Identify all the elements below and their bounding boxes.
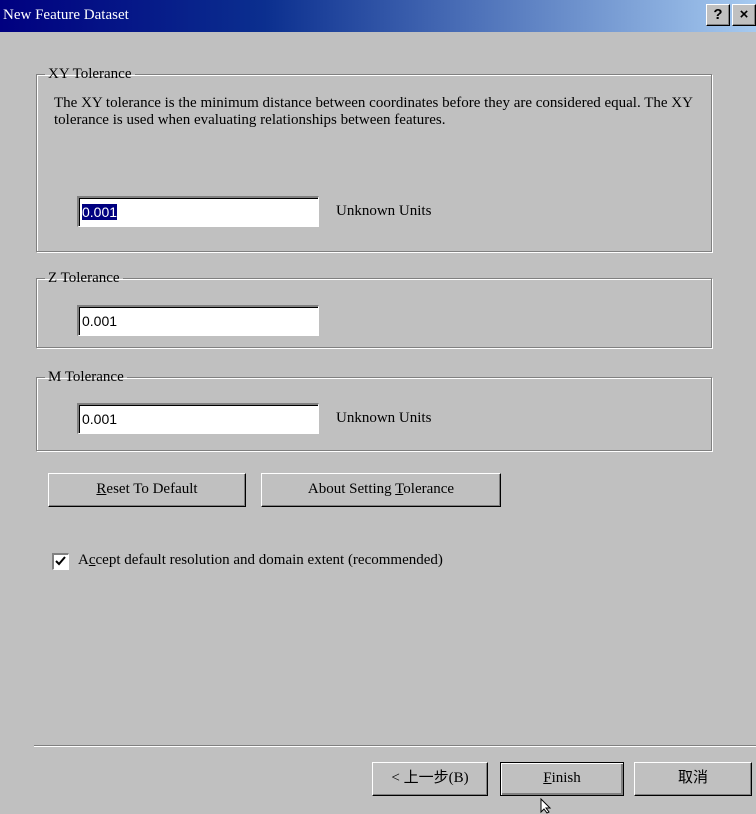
reset-to-default-button[interactable]: Reset To Default (48, 473, 246, 507)
help-button[interactable]: ? (706, 4, 730, 26)
title-bar[interactable]: New Feature Dataset ? × (0, 0, 756, 32)
xy-tolerance-legend: XY Tolerance (48, 66, 132, 82)
accept-mnemonic: c (88, 552, 96, 568)
about-setting-tolerance-button[interactable]: About Setting Tolerance (261, 473, 501, 507)
m-tolerance-legend: M Tolerance (48, 369, 124, 385)
xy-tolerance-value: 0.001 (82, 204, 118, 220)
footer-separator (34, 745, 756, 747)
reset-mnemonic: R (96, 481, 107, 497)
finish-mnemonic: F (543, 770, 552, 786)
finish-button[interactable]: Finish (500, 762, 624, 796)
back-button[interactable]: < 上一步(B) (372, 762, 488, 796)
close-button[interactable]: × (732, 4, 756, 26)
xy-tolerance-description: The XY tolerance is the minimum distance… (54, 95, 693, 128)
accept-label-prefix: A (78, 552, 89, 568)
new-feature-dataset-dialog: New Feature Dataset ? × XY Tolerance The… (0, 0, 756, 814)
reset-label-suffix: eset To Default (106, 481, 198, 497)
mouse-cursor-icon (540, 798, 552, 814)
m-tolerance-value: 0.001 (82, 411, 118, 427)
accept-label-suffix: cept default resolution and domain exten… (95, 552, 443, 568)
cancel-button[interactable]: 取消 (634, 762, 752, 796)
check-icon (55, 556, 66, 566)
m-units-label: Unknown Units (336, 410, 432, 426)
z-tolerance-value: 0.001 (82, 313, 118, 329)
about-label-suffix: olerance (403, 481, 455, 497)
about-label-prefix: About Setting (307, 481, 396, 497)
z-tolerance-input[interactable]: 0.001 (77, 305, 319, 336)
xy-units-label: Unknown Units (336, 203, 432, 219)
z-tolerance-legend: Z Tolerance (48, 270, 120, 286)
accept-default-checkbox[interactable] (52, 553, 69, 570)
window-title: New Feature Dataset (3, 7, 129, 23)
finish-label-suffix: inish (551, 770, 581, 786)
m-tolerance-input[interactable]: 0.001 (77, 403, 319, 434)
accept-default-label[interactable]: Accept default resolution and domain ext… (78, 552, 443, 569)
xy-tolerance-input[interactable]: 0.001 (77, 196, 319, 227)
